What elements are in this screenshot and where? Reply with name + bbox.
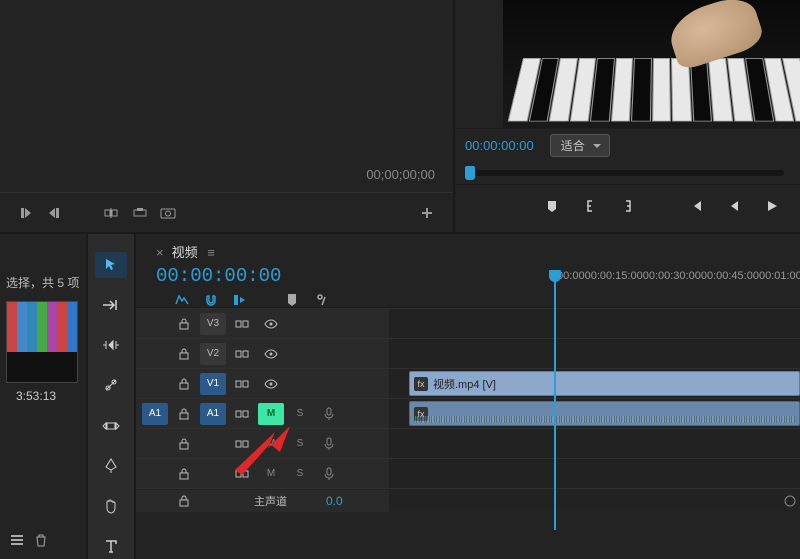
in-bracket-icon[interactable] [576,192,604,220]
track-v2[interactable]: V2 [136,338,800,368]
lock-icon[interactable] [171,373,197,395]
program-scrub-handle[interactable] [465,166,475,180]
ruler-tick-label: 00:00:30:00 [643,270,701,282]
panel-menu-icon[interactable]: ≡ [204,245,215,260]
goto-in-icon[interactable] [682,192,710,220]
source-controls [0,192,453,232]
annotation-arrow [230,420,300,480]
camera-icon[interactable] [154,199,182,227]
track-label[interactable]: V2 [200,343,226,365]
sequence-tab-label: 视频 [172,245,198,260]
program-timecode[interactable]: 00:00:00:00 [465,138,534,153]
project-panel: 选择，共 5 项 3:53:13 [0,234,88,559]
eye-icon[interactable] [258,343,284,365]
sync-lock-icon[interactable] [229,373,255,395]
tools-toolbar [88,234,136,559]
track-select-tool[interactable] [95,292,127,318]
close-icon[interactable]: × [156,245,164,260]
marker-add-icon[interactable] [286,293,298,307]
plus-icon[interactable] [413,199,441,227]
settings-icon[interactable] [312,293,326,307]
mark-in-icon[interactable] [12,199,40,227]
track-label[interactable]: V3 [200,313,226,335]
pen-tool[interactable] [95,453,127,479]
voiceover-icon[interactable] [316,433,342,455]
slip-tool[interactable] [95,413,127,439]
lock-icon[interactable] [171,463,197,485]
track-label[interactable]: V1 [200,373,226,395]
ripple-edit-tool[interactable] [95,332,127,358]
project-clip-thumb[interactable] [6,301,78,383]
razor-tool[interactable] [95,372,127,398]
project-selection-count: 选择，共 5 项 [6,274,80,291]
mark-out-icon[interactable] [40,199,68,227]
trash-icon[interactable] [34,533,48,547]
sync-lock-icon[interactable] [229,343,255,365]
out-bracket-icon[interactable] [614,192,642,220]
selection-tool[interactable] [95,252,127,278]
type-tool[interactable] [95,533,127,559]
nest-icon[interactable] [174,293,190,307]
overwrite-icon[interactable] [126,199,154,227]
program-scrubber[interactable] [467,170,784,176]
source-patch-a1[interactable]: A1 [142,403,168,425]
hand-tool[interactable] [95,493,127,519]
sync-lock-icon[interactable] [229,313,255,335]
program-monitor-panel: 00:00:00:00 适合 [455,0,800,232]
lock-icon[interactable] [171,343,197,365]
clip-label: 视频.mp4 [V] [433,376,496,392]
master-level[interactable]: 0.0 [326,494,343,508]
program-preview[interactable] [455,0,800,128]
voiceover-icon[interactable] [316,463,342,485]
master-track[interactable]: 主声道 0.0 [136,488,800,512]
zoom-fit-dropdown[interactable]: 适合 [550,134,610,157]
sequence-tab[interactable]: × 视频 ≡ [156,242,784,261]
expand-icon[interactable] [784,495,796,507]
lock-icon[interactable] [171,433,197,455]
master-label: 主声道 [254,493,287,509]
eye-icon[interactable] [258,313,284,335]
linked-selection-icon[interactable] [232,293,246,307]
track-v1[interactable]: V1 fx 视频.mp4 [V] [136,368,800,398]
timeline-ruler[interactable]: :00:00 00:00:15:00 00:00:30:00 00:00:45:… [554,270,800,308]
program-transport [455,184,800,226]
clip-audio[interactable]: fx [409,401,800,426]
fx-badge[interactable]: fx [414,377,428,391]
clip-video[interactable]: fx 视频.mp4 [V] [409,371,800,396]
project-clip-duration: 3:53:13 [6,389,80,403]
source-timecode: 00;00;00;00 [366,167,435,182]
zoom-fit-label: 适合 [561,139,585,153]
lock-icon[interactable] [171,403,197,425]
ruler-tick-label: 00:00:45:00 [701,270,759,282]
insert-icon[interactable] [98,199,126,227]
snap-icon[interactable] [204,293,218,307]
track-v3[interactable]: V3 [136,308,800,338]
play-icon[interactable] [758,192,786,220]
ruler-tick-label: 00:01:00:00 [759,270,800,282]
marker-icon[interactable] [538,192,566,220]
lock-icon[interactable] [171,313,197,335]
source-monitor-panel: 00;00;00;00 [0,0,455,232]
playhead[interactable] [554,270,556,530]
step-back-icon[interactable] [720,192,748,220]
lock-icon[interactable] [171,490,197,512]
voiceover-icon[interactable] [316,403,342,425]
timeline-panel: ×视频 ≡ 00:00:00:00 :00:00 00:00:15:00 00:… [136,234,800,559]
list-view-icon[interactable] [10,533,24,547]
ruler-tick-label: 00:00:15:00 [585,270,643,282]
track-label[interactable]: A1 [200,403,226,425]
eye-icon[interactable] [258,373,284,395]
